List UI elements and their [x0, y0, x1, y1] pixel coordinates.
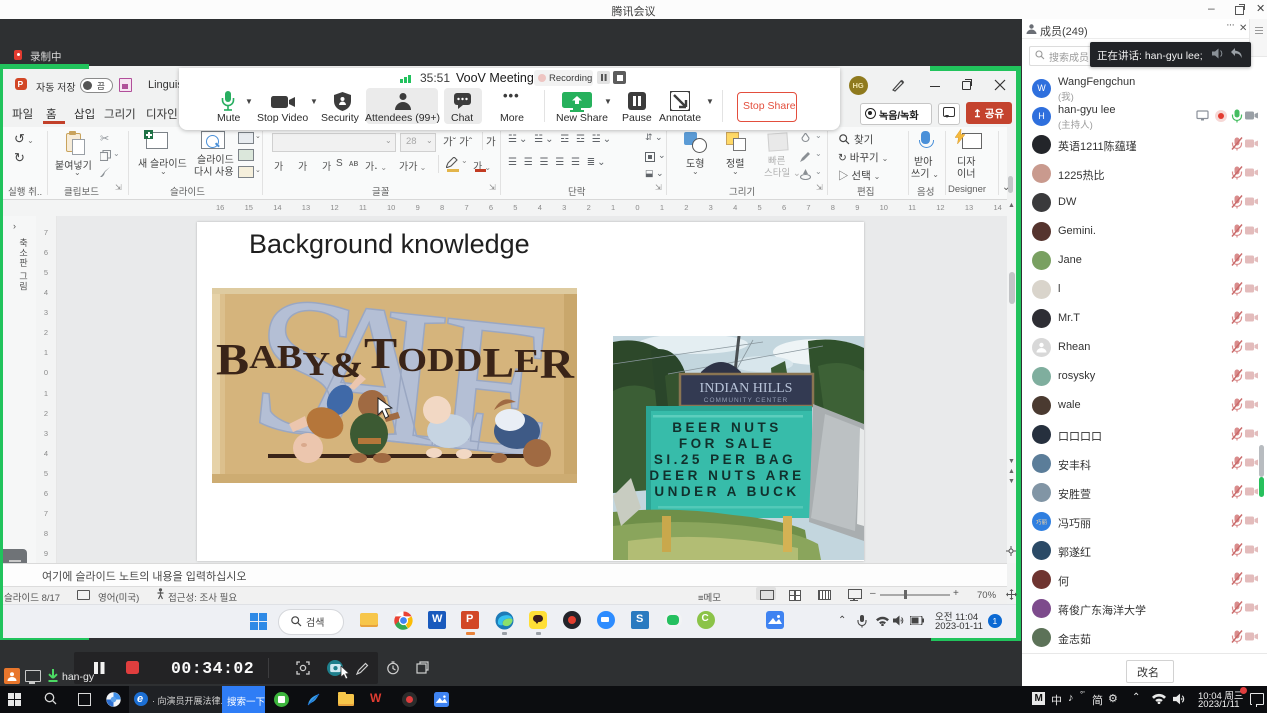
svg-text:FOR SALE: FOR SALE [679, 436, 775, 451]
svg-text:BEER NUTS: BEER NUTS [672, 420, 782, 435]
svg-text:COMMUNITY CENTER: COMMUNITY CENTER [704, 397, 789, 404]
svg-text:SI.25 PER BAG: SI.25 PER BAG [654, 452, 796, 467]
svg-text:UNDER A BUCK: UNDER A BUCK [654, 484, 799, 499]
svg-text:DEER NUTS ARE: DEER NUTS ARE [649, 468, 804, 483]
svg-text:INDIAN HILLS: INDIAN HILLS [700, 381, 793, 396]
